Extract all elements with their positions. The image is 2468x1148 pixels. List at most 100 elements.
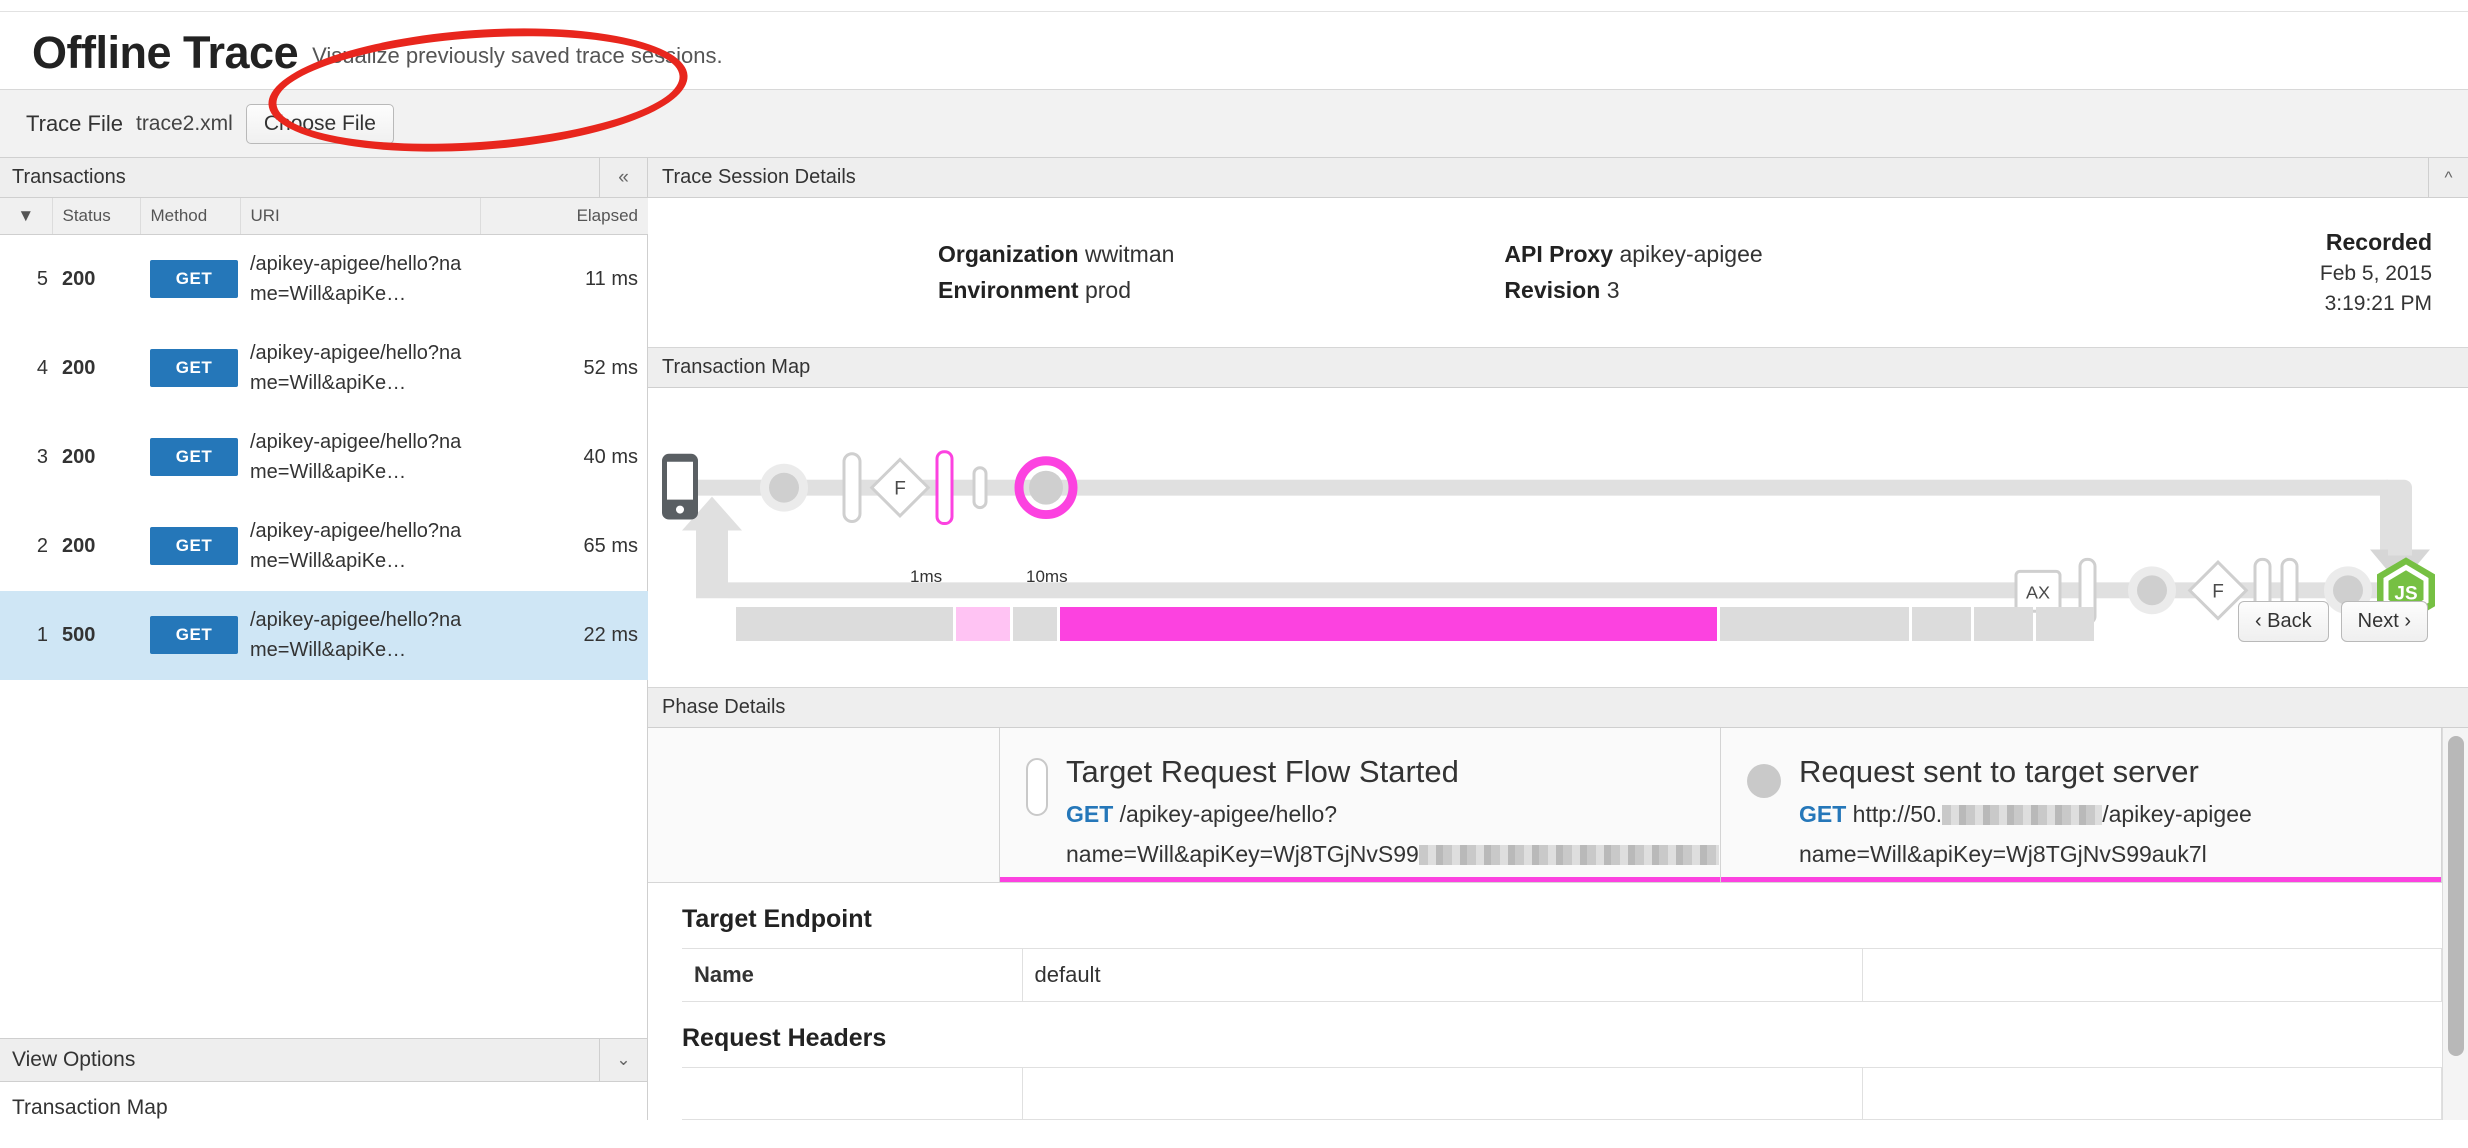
table-row[interactable]: 1 500 GET/apikey-apigee/hello?name=Will&ap… xyxy=(0,590,648,680)
request-path-suffix: /apikey-apigee xyxy=(2102,800,2252,827)
organization-value: wwitman xyxy=(1084,241,1175,267)
phase-card-active-underline xyxy=(1000,877,1720,882)
timeline-bar[interactable] xyxy=(736,607,2138,641)
recorded-date: Feb 5, 2015 xyxy=(2319,262,2432,285)
method-badge-get[interactable]: GET xyxy=(150,438,238,476)
request-header-key xyxy=(682,1067,1023,1120)
table-row[interactable]: 3 200 GET/apikey-apigee/hello?name=Will&ap… xyxy=(0,413,648,502)
status-badge: 200 xyxy=(62,267,96,290)
request-headers-rows xyxy=(682,1067,2442,1120)
transactions-empty-space xyxy=(0,680,647,1038)
main-split: Transactions « ▼ Status Method URI Elaps… xyxy=(0,158,2468,1120)
timeline-tick-10ms: 10ms xyxy=(1026,567,1068,586)
sort-descending-icon[interactable]: ▼ xyxy=(0,198,53,235)
request-query: name=Will&apiKey=Wj8TGjNvS99 xyxy=(1066,840,1419,867)
double-chevron-left-icon[interactable]: « xyxy=(599,158,647,197)
timeline-segment[interactable] xyxy=(956,607,1010,641)
request-header-extra xyxy=(1862,1067,2442,1120)
table-row[interactable]: 5 200 GET/apikey-apigee/hello?name=Will&ap… xyxy=(0,235,648,324)
phase-card-request-sent-to-target[interactable]: Request sent to target server GET http:/… xyxy=(1721,728,2442,882)
transactions-table-body: 5 200 GET/apikey-apigee/hello?name=Will&ap… xyxy=(0,235,648,680)
column-header-uri[interactable]: URI xyxy=(240,198,481,235)
request-header-value xyxy=(1022,1067,1863,1120)
target-endpoint-extra xyxy=(1862,948,2442,1002)
details-panel: Trace Session Details ^ Organization wwi… xyxy=(648,158,2468,1120)
page-subtitle: Visualize previously saved trace session… xyxy=(312,43,723,68)
environment-value: prod xyxy=(1084,277,1132,303)
transactions-panel: Transactions « ▼ Status Method URI Elaps… xyxy=(0,158,648,1120)
pill-marker-icon xyxy=(1026,758,1048,816)
browser-chrome-strip xyxy=(0,0,2468,12)
request-query: name=Will&apiKey=Wj8TGjNvS99auk7l xyxy=(1799,840,2207,867)
organization-row: Organization wwitman xyxy=(938,241,1174,268)
timeline-segment[interactable] xyxy=(1012,607,1058,641)
trace-session-details-title: Trace Session Details xyxy=(662,166,856,188)
phase-card-query-line: name=Will&apiKey=Wj8TGjNvS99 xyxy=(1066,839,1719,870)
column-header-method[interactable]: Method xyxy=(140,198,241,235)
details-content: Target Request Flow Started GET /apikey-… xyxy=(648,728,2442,1120)
column-header-elapsed[interactable]: Elapsed xyxy=(480,198,648,235)
phase-card-title: Target Request Flow Started xyxy=(1066,754,1459,789)
details-vertical-scrollbar[interactable] xyxy=(2442,728,2468,1120)
session-summary-col-proxy: API Proxy apikey-apigee Revision 3 xyxy=(1504,241,1762,304)
timeline-segment[interactable] xyxy=(1973,607,2033,641)
environment-label: Environment xyxy=(938,277,1079,303)
circle-marker-icon xyxy=(1747,764,1781,798)
phase-card-active-underline xyxy=(1721,877,2441,882)
page-title: Offline Trace xyxy=(32,27,299,78)
transactions-panel-title: Transactions xyxy=(12,166,126,188)
session-summary-col-recorded: Recorded Feb 5, 2015 3:19:21 PM xyxy=(2320,229,2432,316)
method-badge-get[interactable]: GET xyxy=(150,616,238,654)
elapsed-cell: 11 ms xyxy=(585,267,638,290)
transaction-map-title: Transaction Map xyxy=(662,356,811,378)
chevron-up-icon[interactable]: ^ xyxy=(2428,158,2468,197)
scrollbar-thumb[interactable] xyxy=(2448,736,2464,1056)
back-button[interactable]: ‹ Back xyxy=(2237,601,2329,642)
view-options-header: View Options ⌄ xyxy=(0,1038,647,1082)
uri-cell: /apikey-apigee/hello?name=Will&apiKe… xyxy=(250,520,462,572)
trace-file-label: Trace File xyxy=(26,110,123,136)
method-badge-get[interactable]: GET xyxy=(150,260,238,298)
http-method: GET xyxy=(1799,800,1847,827)
timeline-segment[interactable] xyxy=(1911,607,1971,641)
phase-card-request-line: GET http://50. /apikey-apigee xyxy=(1799,799,2252,830)
transactions-table: ▼ Status Method URI Elapsed 5 200 GET/apik… xyxy=(0,198,648,680)
timeline-segment[interactable] xyxy=(1060,607,1717,641)
trace-file-value: trace2.xml xyxy=(135,111,233,135)
method-badge-get[interactable]: GET xyxy=(150,527,238,565)
double-chevron-down-icon[interactable]: ⌄ xyxy=(599,1038,647,1082)
uri-cell: /apikey-apigee/hello?name=Will&apiKe… xyxy=(250,342,462,394)
mobile-device-icon xyxy=(662,453,698,520)
phase-card-target-request-flow[interactable]: Target Request Flow Started GET /apikey-… xyxy=(1000,728,1721,882)
timeline-tick-1ms: 1ms xyxy=(910,567,943,586)
transactions-table-head: ▼ Status Method URI Elapsed xyxy=(0,198,648,235)
environment-row: Environment prod xyxy=(938,277,1174,304)
timeline-segment[interactable] xyxy=(736,607,954,641)
view-option-transaction-map[interactable]: Transaction Map xyxy=(0,1082,647,1120)
uri-cell: /apikey-apigee/hello?name=Will&apiKe… xyxy=(250,431,462,483)
timeline-segment[interactable] xyxy=(2035,607,2095,641)
trace-file-bar: Trace File trace2.xml Choose File xyxy=(0,90,2468,158)
details-scroll-region: Target Request Flow Started GET /apikey-… xyxy=(648,728,2468,1120)
status-badge: 200 xyxy=(62,445,96,468)
api-proxy-row: API Proxy apikey-apigee xyxy=(1504,241,1762,268)
request-headers-section: Request Headers xyxy=(648,1002,2442,1120)
revision-row: Revision 3 xyxy=(1504,277,1762,304)
method-badge-get[interactable]: GET xyxy=(150,349,238,387)
api-proxy-value: apikey-apigee xyxy=(1619,241,1763,267)
status-badge: 200 xyxy=(62,534,96,557)
table-row[interactable]: 2 200 GET/apikey-apigee/hello?name=Will&ap… xyxy=(0,502,648,591)
table-row[interactable]: 4 200 GET/apikey-apigee/hello?name=Will&ap… xyxy=(0,324,648,413)
status-badge: 200 xyxy=(62,356,96,379)
request-path: /apikey-apigee/hello? xyxy=(1119,800,1338,827)
elapsed-cell: 40 ms xyxy=(583,445,638,468)
view-options-title: View Options xyxy=(12,1048,136,1071)
next-button[interactable]: Next › xyxy=(2340,601,2428,642)
transactions-panel-header: Transactions « xyxy=(0,158,647,198)
method-cell: GET xyxy=(140,590,240,680)
timeline-segment[interactable] xyxy=(1719,607,1909,641)
recorded-label: Recorded xyxy=(2325,229,2432,255)
column-header-status[interactable]: Status xyxy=(52,198,141,235)
choose-file-button[interactable]: Choose File xyxy=(245,103,394,144)
transaction-index: 3 xyxy=(36,445,48,468)
